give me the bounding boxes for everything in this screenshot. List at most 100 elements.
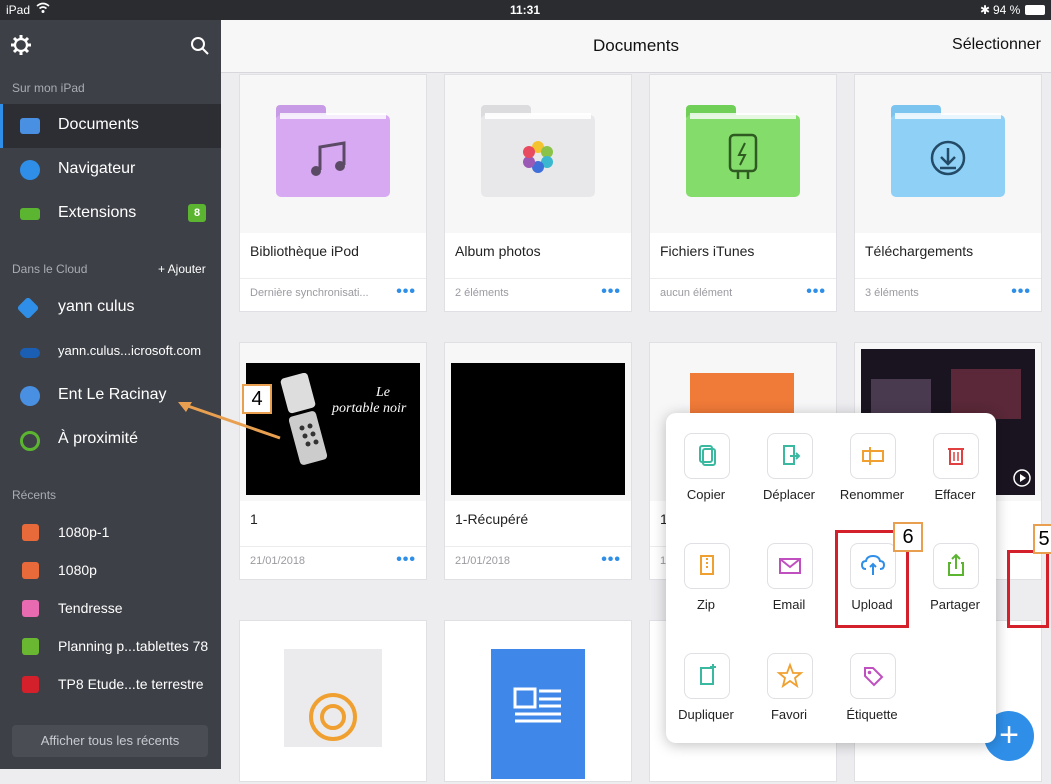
globe-icon <box>20 386 40 406</box>
recent-item-label: 1080p <box>58 562 97 578</box>
menu-item-copy[interactable]: Copier <box>666 413 746 503</box>
callout-5: 5 <box>1033 524 1051 554</box>
sidebar-item-navigateur[interactable]: Navigateur <box>0 148 221 192</box>
sidebar-header <box>0 20 221 70</box>
card-title: 1 <box>250 511 258 527</box>
menu-item-zip[interactable]: Zip <box>666 523 746 613</box>
sidebar-item-label: À proximité <box>58 430 139 447</box>
file-card-ipod-library[interactable]: Bibliothèque iPod Dernière synchronisati… <box>239 74 427 312</box>
menu-item-favorite[interactable]: Favori <box>749 633 829 723</box>
more-options-icon[interactable]: ••• <box>396 551 416 569</box>
recent-item-label: Planning p...tablettes 78 <box>58 638 209 654</box>
select-button[interactable]: Sélectionner <box>952 36 1041 54</box>
file-card-1[interactable]: Le portable noir 1 21/01/2018 ••• <box>239 342 427 580</box>
show-all-recents-button[interactable]: Afficher tous les récents <box>12 725 208 757</box>
status-bar: iPad 11:31 ✱ 94 % <box>0 0 1051 20</box>
more-options-icon[interactable]: ••• <box>806 283 826 301</box>
pdf-icon <box>22 676 39 693</box>
compass-icon <box>20 160 40 180</box>
nearby-icon <box>20 431 40 451</box>
card-subtitle: Dernière synchronisati... <box>250 287 369 299</box>
file-card-downloads[interactable]: Téléchargements 3 éléments ••• <box>854 74 1042 312</box>
star-icon <box>767 653 813 699</box>
sidebar-item-label: yann.culus...icrosoft.com <box>58 343 202 358</box>
card-subtitle: 21/01/2018 <box>455 555 511 567</box>
music-icon <box>22 600 39 617</box>
more-options-icon[interactable]: ••• <box>601 551 621 569</box>
sidebar-item-label: yann culus <box>58 298 135 315</box>
sidebar-item-label: Extensions <box>58 204 137 221</box>
sidebar-item-onedrive[interactable]: yann.culus...icrosoft.com <box>0 330 221 374</box>
card-thumbnail <box>445 75 631 233</box>
video-icon <box>22 562 39 579</box>
share-icon <box>933 543 979 589</box>
card-title: Album photos <box>455 243 541 259</box>
menu-item-label: Copier <box>686 487 726 502</box>
recent-item-label: 1080p-1 <box>58 524 110 540</box>
callout-6: 6 <box>893 522 923 552</box>
recent-item[interactable]: 1080p <box>0 552 221 590</box>
recent-item[interactable]: TP8 Etude...te terrestre <box>0 666 221 704</box>
menu-item-label: Email <box>772 597 806 612</box>
menu-item-email[interactable]: Email <box>749 523 829 613</box>
rename-icon <box>850 433 896 479</box>
nav-bar: Documents Sélectionner <box>221 20 1051 73</box>
more-options-icon[interactable]: ••• <box>601 283 621 301</box>
document-thumbnail <box>491 649 585 779</box>
menu-item-move[interactable]: Déplacer <box>749 413 829 503</box>
file-card-1-recupere[interactable]: 1-Récupéré 21/01/2018 ••• <box>444 342 632 580</box>
recent-item[interactable]: Tendresse <box>0 590 221 628</box>
cart-icon <box>20 208 40 220</box>
menu-item-duplicate[interactable]: Dupliquer <box>666 633 746 723</box>
document-icon <box>513 687 561 723</box>
file-card-document[interactable] <box>444 620 632 782</box>
recent-item-label: Tendresse <box>58 600 123 616</box>
recent-item-label: TP8 Etude...te terrestre <box>58 676 204 692</box>
card-thumbnail <box>855 75 1041 233</box>
menu-item-delete[interactable]: Effacer <box>915 413 995 503</box>
card-thumbnail <box>284 649 382 747</box>
settings-gear-icon[interactable] <box>10 34 32 61</box>
onedrive-icon <box>20 348 40 358</box>
more-options-icon[interactable]: ••• <box>396 283 416 301</box>
sidebar-item-label: Documents <box>58 116 139 133</box>
add-cloud-button[interactable]: + Ajouter <box>158 262 206 276</box>
recent-item[interactable]: 1080p-1 <box>0 514 221 552</box>
sidebar-item-extensions[interactable]: Extensions 8 <box>0 192 221 236</box>
menu-item-label: Dupliquer <box>678 707 734 722</box>
video-thumbnail <box>451 363 625 495</box>
menu-item-tag[interactable]: Étiquette <box>832 633 912 723</box>
dropbox-icon <box>16 296 40 320</box>
card-title: Téléchargements <box>865 243 974 259</box>
trash-icon <box>933 433 979 479</box>
sidebar-item-dropbox[interactable]: yann culus <box>0 286 221 330</box>
page-title: Documents <box>593 36 679 55</box>
card-subtitle: aucun élément <box>660 287 733 299</box>
active-indicator <box>0 104 3 148</box>
recent-item[interactable]: Planning p...tablettes 78 <box>0 628 221 666</box>
card-thumbnail <box>240 75 426 233</box>
folder-icon <box>20 118 40 134</box>
menu-item-share[interactable]: Partager <box>915 523 995 613</box>
file-card-help[interactable] <box>239 620 427 782</box>
menu-item-label: Effacer <box>934 487 976 502</box>
play-icon[interactable] <box>1013 469 1031 492</box>
more-options-icon[interactable]: ••• <box>1011 283 1031 301</box>
file-card-photo-album[interactable]: Album photos 2 éléments ••• <box>444 74 632 312</box>
card-thumbnail <box>445 343 631 501</box>
duplicate-icon <box>684 653 730 699</box>
move-icon <box>767 433 813 479</box>
card-title: Fichiers iTunes <box>660 243 755 259</box>
section-on-ipad: Sur mon iPad <box>12 81 85 95</box>
sidebar-item-documents[interactable]: Documents <box>0 104 221 148</box>
lifebuoy-icon <box>309 693 357 741</box>
search-icon[interactable] <box>190 36 210 61</box>
file-card-itunes-files[interactable]: Fichiers iTunes aucun élément ••• <box>649 74 837 312</box>
clock: 11:31 <box>510 3 541 17</box>
menu-item-label: Renommer <box>839 487 905 502</box>
sidebar-item-label: Navigateur <box>58 160 136 177</box>
card-subtitle: 2 éléments <box>455 287 509 299</box>
zip-icon <box>684 543 730 589</box>
menu-item-label: Zip <box>696 597 716 612</box>
menu-item-rename[interactable]: Renommer <box>832 413 912 503</box>
